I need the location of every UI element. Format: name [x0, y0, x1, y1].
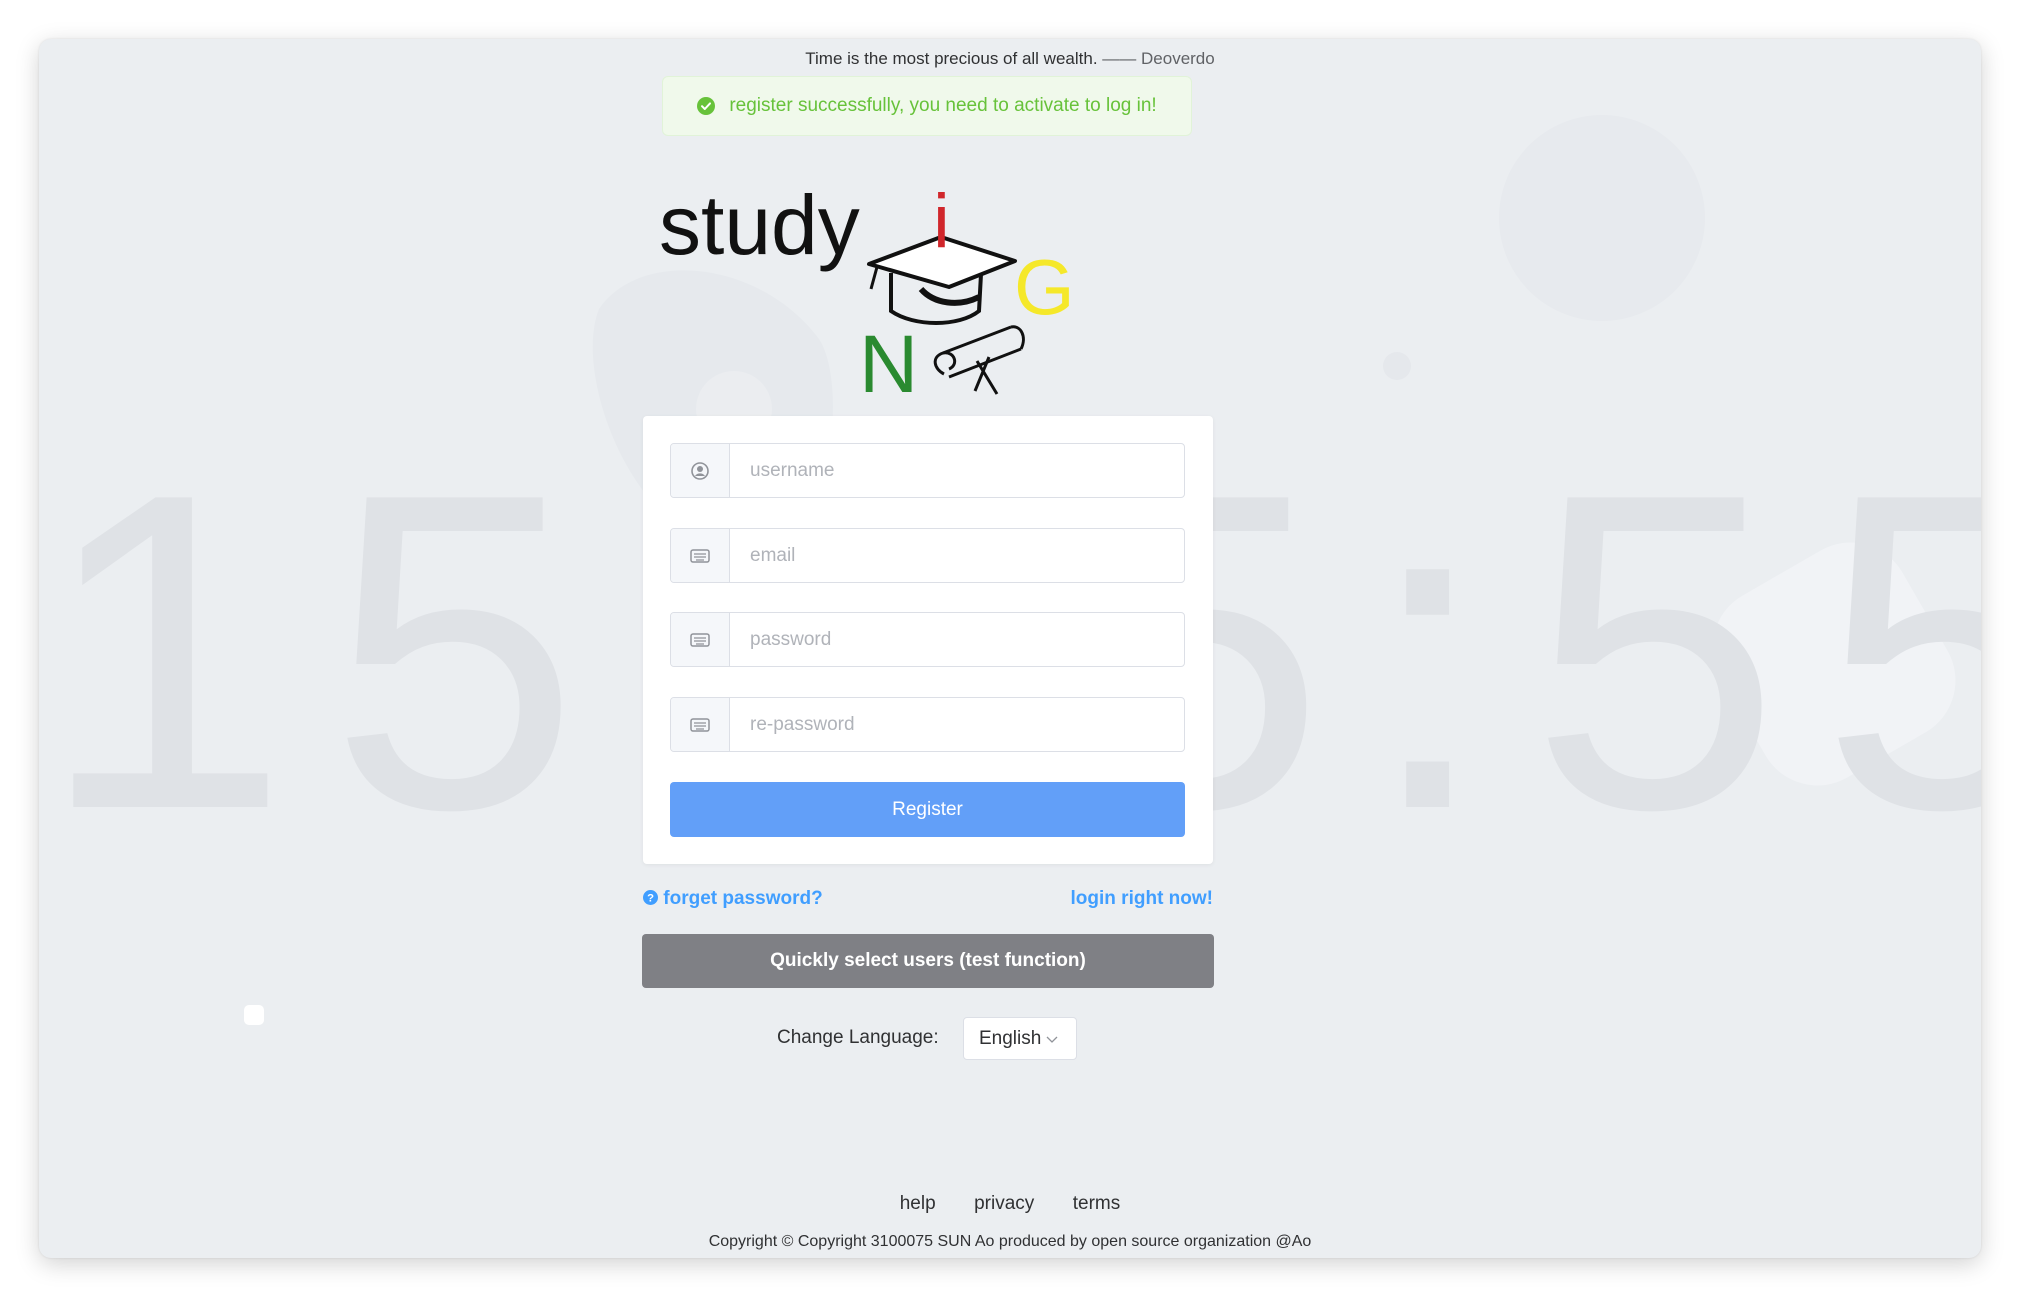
keyboard-icon	[671, 613, 730, 666]
check-circle-icon	[697, 97, 716, 115]
register-card: Register	[643, 416, 1213, 864]
chevron-down-icon	[1046, 1036, 1058, 1043]
bg-circle-small	[1383, 352, 1411, 380]
success-alert: register successfully, you need to activ…	[662, 76, 1192, 136]
logo-word: study	[659, 178, 860, 272]
user-icon	[671, 444, 730, 497]
bg-dot	[244, 1005, 264, 1025]
alert-message: register successfully, you need to activ…	[729, 95, 1157, 116]
language-selected-value: English	[979, 1027, 1042, 1049]
diploma-scroll-icon	[933, 325, 1025, 395]
bg-circle-large	[1499, 115, 1705, 321]
password-field	[670, 612, 1185, 667]
footer-links: help privacy terms	[39, 1193, 1981, 1215]
keyboard-icon	[671, 698, 730, 751]
quote-author: —— Deoverdo	[1102, 49, 1215, 68]
auth-links: ? forget password? login right now!	[643, 888, 1213, 914]
email-input[interactable]	[730, 529, 1184, 582]
quick-select-users-button[interactable]: Quickly select users (test function)	[642, 934, 1214, 988]
register-button[interactable]: Register	[670, 782, 1185, 837]
quote-text: Time is the most precious of all wealth.	[805, 49, 1098, 68]
studying-logo: study i G N	[659, 178, 1075, 409]
logo-letter-n: N	[859, 319, 918, 409]
help-link[interactable]: help	[900, 1193, 936, 1214]
copyright-text: Copyright © Copyright 3100075 SUN Ao pro…	[708, 1233, 1312, 1250]
quote: Time is the most precious of all wealth.…	[39, 49, 1981, 69]
forget-password-label: forget password?	[663, 888, 823, 909]
change-language-label: Change Language:	[777, 1027, 939, 1048]
question-circle-icon: ?	[643, 890, 658, 905]
forget-password-link[interactable]: ? forget password?	[643, 888, 823, 910]
username-field	[670, 443, 1185, 498]
username-input[interactable]	[730, 444, 1184, 497]
privacy-link[interactable]: privacy	[974, 1193, 1034, 1214]
language-select[interactable]: English	[963, 1017, 1077, 1060]
terms-link[interactable]: terms	[1073, 1193, 1121, 1214]
logo-letter-g: G	[1014, 243, 1075, 331]
svg-text:?: ?	[647, 893, 654, 905]
keyboard-icon	[671, 529, 730, 582]
repassword-field	[670, 697, 1185, 752]
password-input[interactable]	[730, 613, 1184, 666]
login-now-link[interactable]: login right now!	[1071, 888, 1213, 910]
email-field	[670, 528, 1185, 583]
repassword-input[interactable]	[730, 698, 1184, 751]
logo-letter-i: i	[933, 179, 950, 264]
app-window: 15:55:55 Time is the most precious of al…	[39, 39, 1981, 1258]
